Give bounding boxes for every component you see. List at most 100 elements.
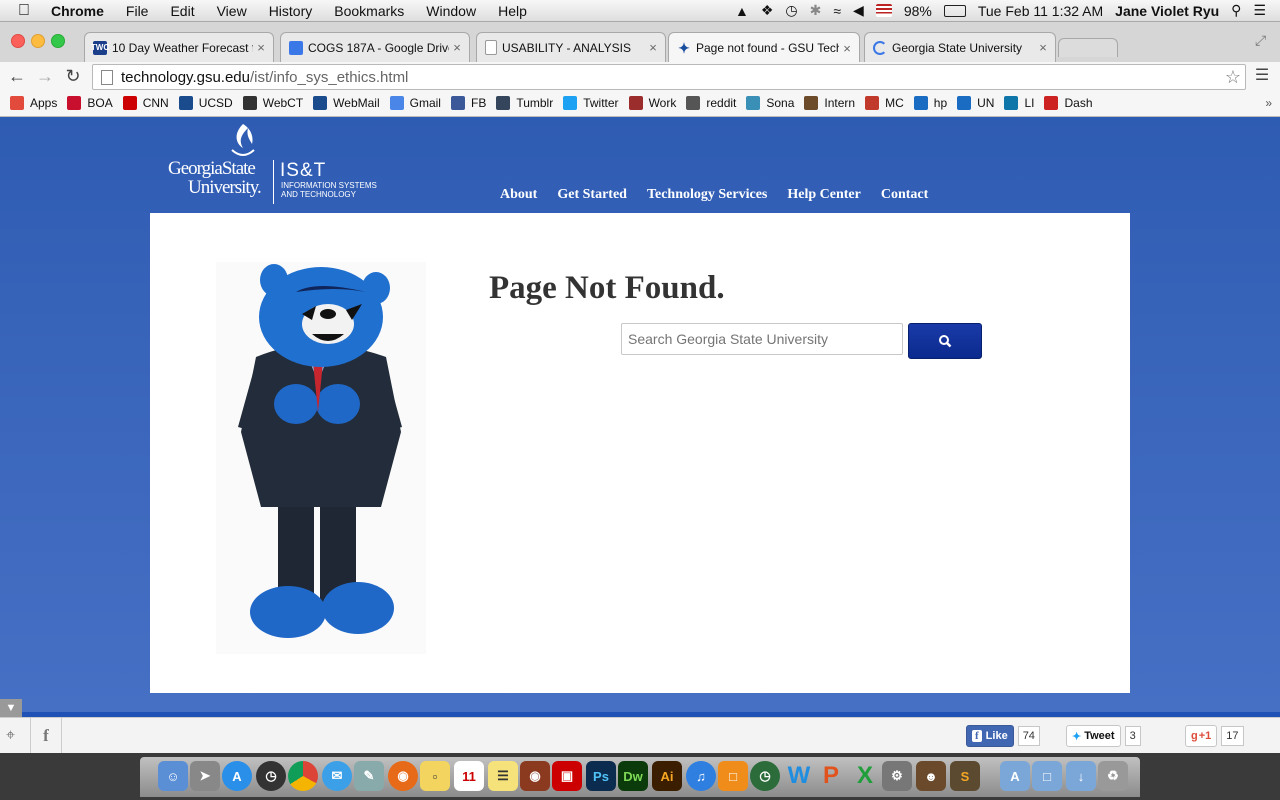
nav-get-started[interactable]: Get Started: [557, 187, 627, 203]
menu-file[interactable]: File: [115, 3, 160, 19]
bookmark-boa[interactable]: BOA: [67, 96, 113, 110]
tweet-button[interactable]: ✦ Tweet: [1066, 725, 1121, 747]
tab-usability[interactable]: USABILITY - ANALYSIS ×: [476, 32, 666, 62]
tab-google-drive[interactable]: COGS 187A - Google Drive ×: [280, 32, 470, 62]
gplus-button[interactable]: g +1: [1185, 725, 1218, 747]
notification-center-icon[interactable]: ☰: [1253, 2, 1266, 19]
bookmark-un[interactable]: UN: [957, 96, 994, 110]
gsu-ist-logo[interactable]: GeorgiaState University. IS&T INFORMATIO…: [168, 122, 388, 206]
excel-icon[interactable]: X: [850, 761, 880, 791]
nav-about[interactable]: About: [500, 187, 537, 203]
nav-contact[interactable]: Contact: [881, 187, 928, 203]
time-machine-icon[interactable]: ◷: [785, 2, 797, 19]
downloads-folder-icon[interactable]: ↓: [1066, 761, 1096, 791]
bookmark-fb[interactable]: FB: [450, 96, 486, 110]
back-arrow-icon[interactable]: ←: [5, 64, 29, 88]
launchpad-icon[interactable]: ➤: [190, 761, 220, 791]
bookmark-hp[interactable]: hp: [913, 96, 947, 110]
bookmark-intern[interactable]: Intern: [804, 96, 855, 110]
photoshop-icon[interactable]: Ps: [586, 761, 616, 791]
close-tab-icon[interactable]: ×: [253, 40, 269, 55]
menu-edit[interactable]: Edit: [159, 3, 205, 19]
bookmark-apps[interactable]: Apps: [10, 96, 57, 110]
sublime-icon[interactable]: S: [950, 761, 980, 791]
app-store-icon[interactable]: A: [222, 761, 252, 791]
spotlight-icon[interactable]: ⚲: [1231, 2, 1241, 19]
dashboard-icon[interactable]: ◷: [256, 761, 286, 791]
word-icon[interactable]: W: [784, 761, 814, 791]
photo-app-icon[interactable]: ▣: [552, 761, 582, 791]
bookmark-gmail[interactable]: Gmail: [389, 96, 441, 110]
facebook-icon[interactable]: f: [30, 718, 62, 754]
forward-arrow-icon[interactable]: →: [33, 64, 57, 88]
bookmark-li[interactable]: LI: [1004, 96, 1034, 110]
chrome-icon[interactable]: [288, 761, 318, 791]
bookmark-work[interactable]: Work: [628, 96, 676, 110]
bookmark-dash[interactable]: Dash: [1044, 96, 1093, 110]
ibooks-icon[interactable]: □: [718, 761, 748, 791]
bookmark-cnn[interactable]: CNN: [122, 96, 169, 110]
nav-help-center[interactable]: Help Center: [787, 187, 860, 203]
address-bar[interactable]: technology.gsu.edu/ist/info_sys_ethics.h…: [92, 64, 1246, 90]
bookmark-webmail[interactable]: WebMail: [313, 96, 380, 110]
collapse-footer-icon[interactable]: ▼: [0, 699, 22, 717]
tab-page-not-found[interactable]: ✦ Page not found - GSU Tech ×: [668, 32, 860, 63]
trash-icon[interactable]: ♻: [1098, 761, 1128, 791]
close-window-button[interactable]: [11, 34, 25, 48]
system-preferences-icon[interactable]: ⚙: [882, 761, 912, 791]
firefox-icon[interactable]: ◉: [388, 761, 418, 791]
photo-booth-icon[interactable]: ◉: [520, 761, 550, 791]
preview-icon[interactable]: ✎: [354, 761, 384, 791]
menu-window[interactable]: Window: [415, 3, 487, 19]
tab-weather[interactable]: TWC 10 Day Weather Forecast f ×: [84, 32, 274, 62]
chrome-menu-icon[interactable]: ☰: [1250, 64, 1274, 88]
powerpoint-icon[interactable]: P: [816, 761, 846, 791]
bluetooth-icon[interactable]: ✱: [810, 2, 822, 19]
bookmark-sona[interactable]: Sona: [746, 96, 794, 110]
dreamweaver-icon[interactable]: Dw: [618, 761, 648, 791]
applications-folder-icon[interactable]: A: [1000, 761, 1030, 791]
documents-folder-icon[interactable]: □: [1032, 761, 1062, 791]
battery-icon[interactable]: [943, 4, 966, 17]
menu-chrome[interactable]: Chrome: [40, 3, 115, 19]
bookmark-webct[interactable]: WebCT: [242, 96, 303, 110]
drive-sync-icon[interactable]: ▲: [735, 3, 749, 19]
dropbox-icon[interactable]: ❖: [761, 2, 774, 19]
reload-icon[interactable]: ↻: [61, 64, 85, 88]
close-tab-icon[interactable]: ×: [1035, 40, 1051, 55]
itunes-icon[interactable]: ♫: [686, 761, 716, 791]
volume-icon[interactable]: ◀: [853, 2, 864, 19]
bookmark-mc[interactable]: MC: [865, 96, 904, 110]
zoom-window-button[interactable]: [51, 34, 65, 48]
bookmark-reddit[interactable]: reddit: [686, 96, 736, 110]
tab-georgia-state[interactable]: Georgia State University ×: [864, 32, 1056, 62]
battery-percent[interactable]: 98%: [904, 3, 932, 19]
user-name[interactable]: Jane Violet Ryu: [1115, 3, 1219, 19]
messages-icon[interactable]: ✉: [322, 761, 352, 791]
new-tab-button[interactable]: [1058, 38, 1118, 57]
facebook-like-button[interactable]: f Like: [966, 725, 1014, 747]
mascot-app-icon[interactable]: ☻: [916, 761, 946, 791]
close-tab-icon[interactable]: ×: [839, 41, 855, 56]
calendar-icon[interactable]: 11: [454, 761, 484, 791]
bookmarks-overflow-icon[interactable]: »: [1265, 96, 1272, 110]
menu-bookmarks[interactable]: Bookmarks: [323, 3, 415, 19]
finder-icon[interactable]: ☺: [158, 761, 188, 791]
bookmark-tumblr[interactable]: Tumblr: [496, 96, 553, 110]
rss-icon[interactable]: ⌖: [6, 727, 15, 745]
search-input[interactable]: [621, 323, 903, 355]
close-tab-icon[interactable]: ×: [645, 40, 661, 55]
wifi-icon[interactable]: ≈: [833, 3, 841, 19]
menu-history[interactable]: History: [258, 3, 324, 19]
bookmark-twitter[interactable]: Twitter: [563, 96, 619, 110]
time-machine-app-icon[interactable]: ◷: [750, 761, 780, 791]
notes-icon[interactable]: ☰: [488, 761, 518, 791]
menu-view[interactable]: View: [206, 3, 258, 19]
search-button[interactable]: [908, 323, 982, 359]
nav-technology-services[interactable]: Technology Services: [647, 187, 767, 203]
close-tab-icon[interactable]: ×: [449, 40, 465, 55]
stickies-icon[interactable]: ▫: [420, 761, 450, 791]
bookmark-star-icon[interactable]: ☆: [1225, 67, 1241, 88]
flag-icon[interactable]: [875, 4, 892, 17]
clock[interactable]: Tue Feb 11 1:32 AM: [978, 3, 1103, 19]
